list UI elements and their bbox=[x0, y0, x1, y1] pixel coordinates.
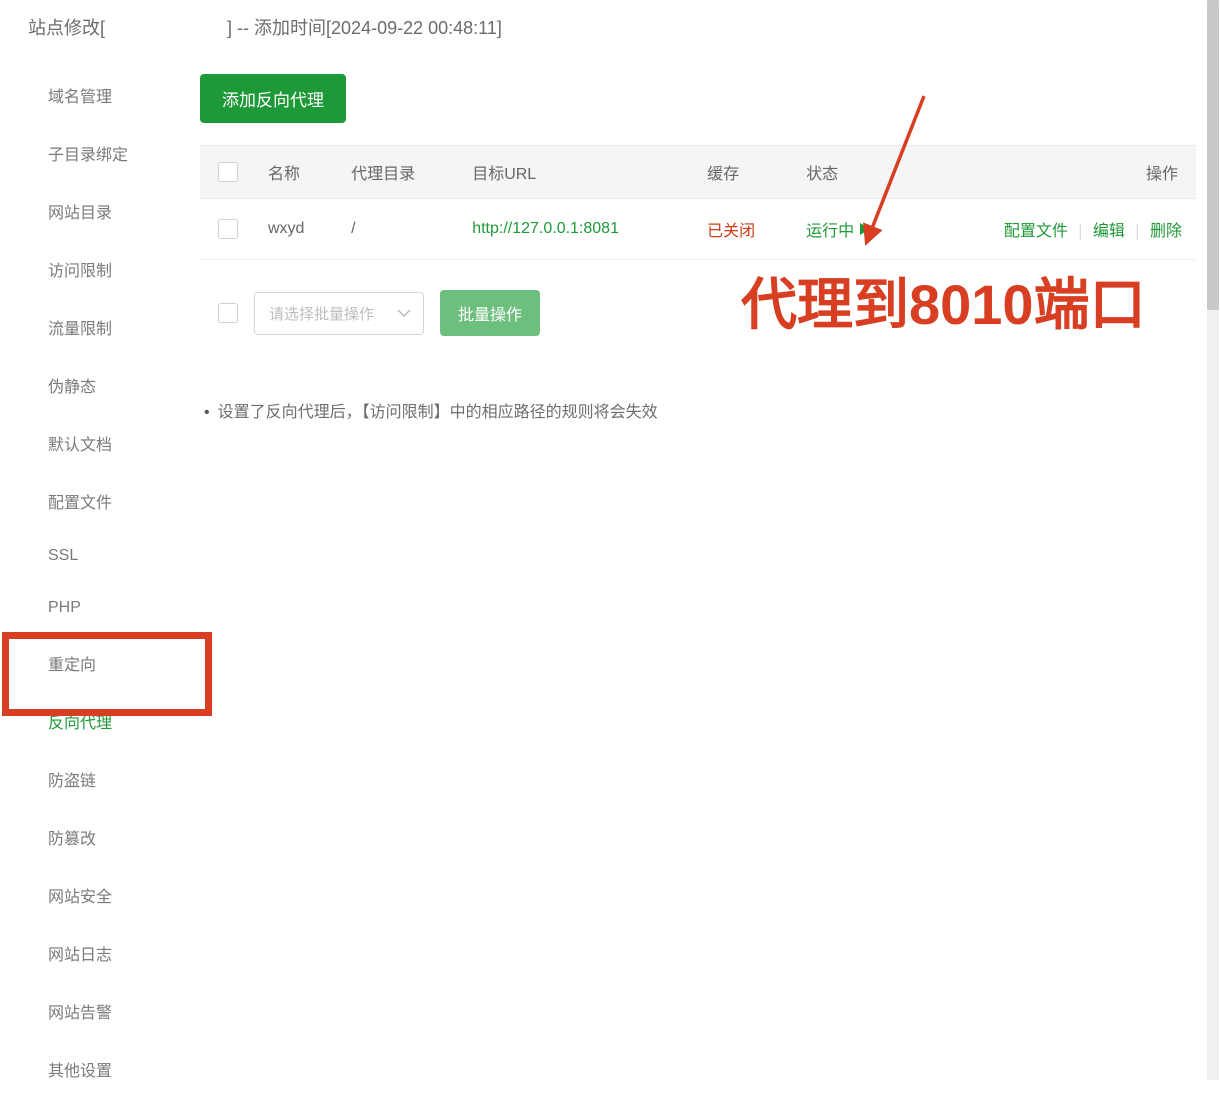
sidebar-item-subdir[interactable]: 子目录绑定 bbox=[0, 124, 176, 182]
main-panel: 添加反向代理 名称 代理目录 目标URL 缓存 状态 操作 wxyd / bbox=[176, 60, 1220, 1084]
table-header-row: 名称 代理目录 目标URL 缓存 状态 操作 bbox=[200, 146, 1196, 199]
select-all-checkbox[interactable] bbox=[218, 162, 238, 182]
col-cache: 缓存 bbox=[695, 146, 794, 199]
note-text: 设置了反向代理后，【访问限制】中的相应路径的规则将会失效 bbox=[200, 398, 1196, 422]
sidebar: 域名管理 子目录绑定 网站目录 访问限制 流量限制 伪静态 默认文档 配置文件 … bbox=[0, 60, 176, 1084]
sidebar-item-alert[interactable]: 网站告警 bbox=[0, 982, 176, 1040]
modal-header: 站点修改[ ] -- 添加时间[2024-09-22 00:48:11] bbox=[0, 0, 1220, 60]
op-delete[interactable]: 删除 bbox=[1150, 223, 1182, 240]
cell-cache-status[interactable]: 已关闭 bbox=[707, 223, 755, 240]
batch-select[interactable]: 请选择批量操作 bbox=[254, 292, 424, 335]
col-status: 状态 bbox=[794, 146, 915, 199]
row-checkbox[interactable] bbox=[218, 219, 238, 239]
sidebar-item-redirect[interactable]: 重定向 bbox=[0, 634, 176, 692]
sidebar-item-tamper[interactable]: 防篡改 bbox=[0, 808, 176, 866]
col-url: 目标URL bbox=[460, 146, 695, 199]
batch-checkbox[interactable] bbox=[218, 303, 238, 323]
separator-icon: | bbox=[1078, 223, 1082, 240]
cell-run-status[interactable]: 运行中 bbox=[806, 217, 870, 241]
sidebar-item-domain[interactable]: 域名管理 bbox=[0, 66, 176, 124]
header-title-right: ] -- 添加时间[2024-09-22 00:48:11] bbox=[227, 18, 502, 38]
separator-icon: | bbox=[1135, 223, 1139, 240]
status-text: 运行中 bbox=[806, 217, 854, 241]
sidebar-item-other[interactable]: 其他设置 bbox=[0, 1040, 176, 1098]
chevron-down-icon bbox=[397, 308, 411, 318]
play-icon bbox=[860, 223, 870, 235]
op-edit[interactable]: 编辑 bbox=[1093, 223, 1125, 240]
header-title-left: 站点修改[ bbox=[28, 18, 105, 38]
sidebar-item-reverse-proxy[interactable]: 反向代理 bbox=[0, 692, 176, 750]
add-reverse-proxy-button[interactable]: 添加反向代理 bbox=[200, 74, 346, 123]
sidebar-item-access-limit[interactable]: 访问限制 bbox=[0, 240, 176, 298]
sidebar-item-traffic-limit[interactable]: 流量限制 bbox=[0, 298, 176, 356]
sidebar-item-logs[interactable]: 网站日志 bbox=[0, 924, 176, 982]
proxy-table: 名称 代理目录 目标URL 缓存 状态 操作 wxyd / http://127… bbox=[200, 145, 1196, 260]
cell-dir: / bbox=[339, 199, 460, 260]
col-dir: 代理目录 bbox=[339, 146, 460, 199]
sidebar-item-php[interactable]: PHP bbox=[0, 582, 176, 634]
sidebar-item-rewrite[interactable]: 伪静态 bbox=[0, 356, 176, 414]
sidebar-item-hotlink[interactable]: 防盗链 bbox=[0, 750, 176, 808]
op-config-file[interactable]: 配置文件 bbox=[1004, 223, 1068, 240]
cell-name: wxyd bbox=[256, 199, 339, 260]
sidebar-item-webroot[interactable]: 网站目录 bbox=[0, 182, 176, 240]
batch-row: 请选择批量操作 批量操作 bbox=[200, 290, 1196, 336]
table-row: wxyd / http://127.0.0.1:8081 已关闭 运行中 配置文… bbox=[200, 199, 1196, 260]
col-ops: 操作 bbox=[915, 146, 1196, 199]
col-name: 名称 bbox=[256, 146, 339, 199]
sidebar-item-default-doc[interactable]: 默认文档 bbox=[0, 414, 176, 472]
sidebar-item-security[interactable]: 网站安全 bbox=[0, 866, 176, 924]
sidebar-item-ssl[interactable]: SSL bbox=[0, 530, 176, 582]
batch-select-placeholder: 请选择批量操作 bbox=[269, 306, 374, 323]
cell-target-url[interactable]: http://127.0.0.1:8081 bbox=[472, 220, 619, 237]
batch-action-button[interactable]: 批量操作 bbox=[440, 290, 540, 336]
sidebar-item-config-file[interactable]: 配置文件 bbox=[0, 472, 176, 530]
